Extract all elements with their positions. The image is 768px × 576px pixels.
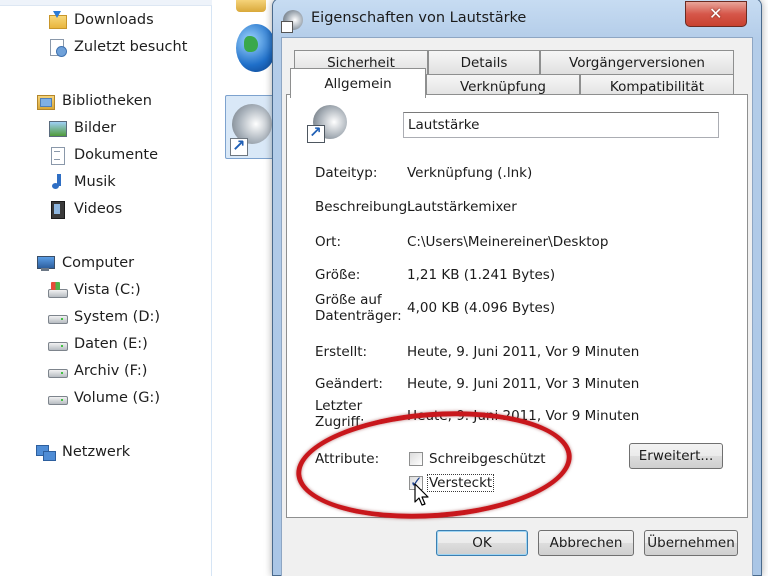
nav-item-label: Downloads xyxy=(74,12,154,28)
separator xyxy=(303,329,729,330)
created-value: Heute, 9. Juni 2011, Vor 9 Minuten xyxy=(407,344,640,360)
nav-item-label: Musik xyxy=(74,174,116,190)
nav-item-documents[interactable]: Dokumente xyxy=(48,143,158,167)
recent-places-icon xyxy=(48,38,67,57)
computer-icon xyxy=(36,254,55,272)
tab-vorgaengerversionen[interactable]: Vorgängerversionen xyxy=(540,50,734,74)
properties-dialog: Eigenschaften von Lautstärke ✕ Sicherhei… xyxy=(272,0,762,576)
music-icon xyxy=(48,173,66,191)
tab-details[interactable]: Details xyxy=(428,50,540,74)
attributes-label: Attribute: xyxy=(315,451,380,467)
file-type-value: Verknüpfung (.lnk) xyxy=(407,165,533,181)
drive-icon xyxy=(48,308,68,326)
close-button[interactable]: ✕ xyxy=(685,1,747,27)
separator xyxy=(303,223,729,224)
documents-icon xyxy=(48,146,66,165)
size-label: Größe: xyxy=(315,267,361,283)
nav-item-computer[interactable]: Computer xyxy=(36,251,134,275)
nav-item-label: Archiv (F:) xyxy=(74,363,148,379)
nav-item-label: System (D:) xyxy=(74,309,161,325)
speaker-icon xyxy=(281,10,303,33)
separator xyxy=(303,153,729,154)
nav-item-drive-d[interactable]: System (D:) xyxy=(48,305,160,329)
shortcut-arrow-icon xyxy=(307,123,325,143)
nav-item-libraries[interactable]: Bibliotheken xyxy=(36,89,152,113)
ok-button[interactable]: OK xyxy=(436,530,528,556)
downloads-folder-icon xyxy=(48,11,67,29)
nav-item-label: Volume (G:) xyxy=(74,390,160,406)
navigation-pane: Downloads Zuletzt besucht Bibliotheken B… xyxy=(0,0,212,576)
nav-item-music[interactable]: Musik xyxy=(48,170,116,194)
size-on-disk-value: 4,00 KB (4.096 Bytes) xyxy=(407,300,556,316)
mouse-cursor-icon xyxy=(414,483,429,506)
nav-item-drive-e[interactable]: Daten (E:) xyxy=(48,332,148,356)
pictures-icon xyxy=(48,119,67,137)
file-type-label: Dateityp: xyxy=(315,165,378,181)
close-icon: ✕ xyxy=(709,4,723,23)
read-only-checkbox[interactable] xyxy=(409,452,423,466)
size-value: 1,21 KB (1.241 Bytes) xyxy=(407,267,556,283)
nav-item-label: Bibliotheken xyxy=(62,93,152,109)
nav-item-label: Netzwerk xyxy=(62,444,131,460)
libraries-icon xyxy=(36,92,55,110)
nav-item-label: Zuletzt besucht xyxy=(74,39,188,55)
nav-item-label: Videos xyxy=(74,201,123,217)
advanced-button[interactable]: Erweitert... xyxy=(629,443,723,469)
dialog-client-area: Sicherheit Details Vorgängerversionen Al… xyxy=(281,37,753,576)
separator xyxy=(303,435,729,436)
hidden-label[interactable]: Versteckt xyxy=(427,474,495,492)
location-label: Ort: xyxy=(315,234,342,250)
nav-item-drive-g[interactable]: Volume (G:) xyxy=(48,386,160,410)
modified-value: Heute, 9. Juni 2011, Vor 3 Minuten xyxy=(407,376,640,392)
file-icon xyxy=(307,105,347,145)
description-label: Beschreibung: xyxy=(315,199,412,215)
cancel-button[interactable]: Abbrechen xyxy=(538,530,634,556)
windows-drive-icon xyxy=(48,281,68,299)
location-value: C:\Users\Meinereiner\Desktop xyxy=(407,234,609,250)
desktop-globe-icon[interactable] xyxy=(236,24,276,72)
created-label: Erstellt: xyxy=(315,344,368,360)
file-name-input[interactable] xyxy=(403,112,719,138)
description-value: Lautstärkemixer xyxy=(407,199,517,215)
apply-button[interactable]: Übernehmen xyxy=(644,530,738,556)
nav-item-label: Bilder xyxy=(74,120,117,136)
tab-panel-allgemein: Dateityp: Verknüpfung (.lnk) Beschreibun… xyxy=(286,94,748,518)
last-access-value: Heute, 9. Juni 2011, Vor 9 Minuten xyxy=(407,408,640,424)
dialog-title: Eigenschaften von Lautstärke xyxy=(311,10,527,26)
nav-item-network[interactable]: Netzwerk xyxy=(36,440,130,464)
size-on-disk-label: Größe auf Datenträger: xyxy=(315,292,402,324)
drive-icon xyxy=(48,335,68,353)
dialog-title-bar[interactable]: Eigenschaften von Lautstärke ✕ xyxy=(273,0,761,37)
nav-item-label: Dokumente xyxy=(74,147,159,163)
nav-top-strip xyxy=(0,0,212,6)
nav-item-recent[interactable]: Zuletzt besucht xyxy=(48,35,187,59)
modified-label: Geändert: xyxy=(315,376,383,392)
videos-icon xyxy=(48,200,66,219)
nav-item-drive-c[interactable]: Vista (C:) xyxy=(48,278,141,302)
read-only-label[interactable]: Schreibgeschützt xyxy=(429,451,546,467)
shortcut-arrow-icon xyxy=(230,136,248,156)
nav-item-label: Computer xyxy=(62,255,135,271)
network-icon xyxy=(36,443,56,461)
nav-item-label: Daten (E:) xyxy=(74,336,148,352)
nav-item-label: Vista (C:) xyxy=(74,282,141,298)
last-access-label: Letzter Zugriff: xyxy=(315,398,365,430)
nav-item-videos[interactable]: Videos xyxy=(48,197,122,221)
tab-allgemein[interactable]: Allgemein xyxy=(290,68,426,98)
nav-item-downloads[interactable]: Downloads xyxy=(48,8,154,32)
nav-item-pictures[interactable]: Bilder xyxy=(48,116,116,140)
nav-item-drive-f[interactable]: Archiv (F:) xyxy=(48,359,147,383)
drive-icon xyxy=(48,362,68,380)
desktop-folder-icon[interactable] xyxy=(236,0,266,12)
drive-icon xyxy=(48,389,68,407)
desktop-speaker-shortcut-icon[interactable] xyxy=(225,95,277,159)
